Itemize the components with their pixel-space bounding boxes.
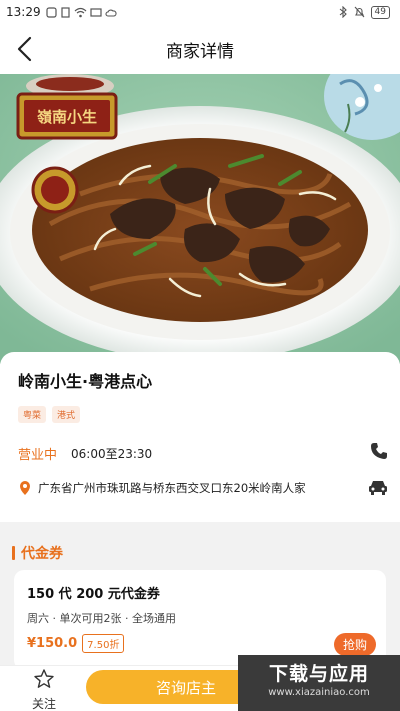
mute-icon [354, 6, 364, 18]
follow-label: 关注 [31, 697, 56, 711]
back-button[interactable] [14, 36, 38, 62]
business-hours: 06:00至23:30 [71, 447, 153, 461]
tag-cantonese: 粤菜 [18, 406, 47, 423]
message-icon [89, 7, 102, 17]
follow-button[interactable]: 关注 [22, 668, 66, 711]
notification-icon [45, 6, 57, 18]
cloud-icon [105, 9, 117, 17]
wifi-icon [74, 7, 86, 17]
voucher-section-header: 代金券 [12, 543, 63, 563]
battery-indicator: 49 [370, 5, 390, 19]
voucher-price: ¥150.0 [27, 636, 78, 651]
food-photo: 嶺南小生 [0, 74, 400, 364]
bluetooth-icon [339, 6, 347, 18]
status-time: 13:29 [6, 5, 41, 19]
watermark: 下载与应用 www.xiazainiao.com [238, 655, 400, 711]
status-icons [45, 6, 117, 18]
voucher-description: 周六 · 单次可用2张 · 全场通用 [27, 612, 176, 625]
star-icon [34, 669, 54, 688]
nav-bar: 商家详情 [0, 24, 400, 74]
restaurant-logo: 嶺南小生 [16, 92, 118, 140]
shop-hero-image[interactable]: 嶺南小生 [0, 74, 400, 364]
watermark-title: 下载与应用 [268, 663, 369, 685]
shop-tags: 粤菜 港式 [18, 406, 382, 423]
status-left: 13:29 [6, 5, 117, 19]
status-bar: 13:29 49 [0, 0, 400, 24]
logo-text: 嶺南小生 [36, 108, 97, 126]
shop-address: 广东省广州市珠玑路与桥东西交叉口东20米岭南人家 [38, 481, 306, 495]
phone-icon[interactable] [370, 442, 388, 460]
watermark-url: www.xiazainiao.com [268, 687, 370, 698]
page-title: 商家详情 [166, 41, 234, 62]
shop-name: 岭南小生·粤港点心 [18, 372, 153, 391]
buy-button[interactable]: 抢购 [333, 633, 376, 656]
shop-info-card: 岭南小生·粤港点心 粤菜 港式 营业中 06:00至23:30 广东省广州市珠玑… [0, 352, 400, 522]
open-status: 营业中 [18, 448, 58, 463]
voucher-title: 150 代 200 元代金券 [27, 587, 160, 602]
voucher-section-title: 代金券 [21, 546, 63, 562]
status-right: 49 [339, 5, 390, 19]
business-hours-row: 营业中 06:00至23:30 [18, 442, 388, 463]
sim-icon [60, 6, 70, 18]
voucher-price-row: ¥150.0 7.50折 [27, 634, 125, 653]
section-accent-bar [12, 546, 15, 560]
location-pin-icon [20, 481, 30, 495]
address-row[interactable]: 广东省广州市珠玑路与桥东西交叉口东20米岭南人家 [18, 480, 388, 496]
car-navigation-icon[interactable] [368, 478, 388, 496]
tag-hk-style: 港式 [52, 406, 81, 423]
voucher-discount-badge: 7.50折 [82, 634, 125, 653]
